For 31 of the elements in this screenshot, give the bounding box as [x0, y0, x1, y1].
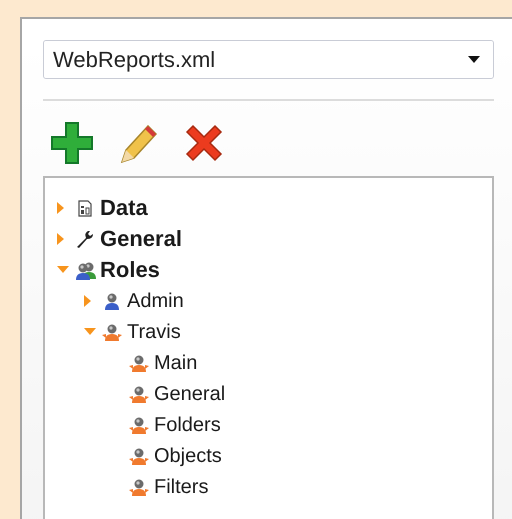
close-icon — [183, 122, 225, 164]
tree-item[interactable]: Main — [154, 348, 198, 378]
document-icon — [77, 198, 93, 216]
wrench-icon — [75, 228, 95, 248]
users-icon — [74, 260, 96, 280]
person-icon — [128, 414, 150, 434]
person-icon — [128, 446, 150, 466]
person-icon — [101, 322, 123, 342]
tree-item[interactable]: Travis — [127, 316, 181, 346]
tree-item[interactable]: Objects — [154, 440, 222, 470]
file-dropdown[interactable]: WebReports.xml — [43, 40, 494, 79]
tree-item[interactable]: Admin — [127, 286, 184, 316]
person-icon — [103, 290, 121, 310]
expand-arrow-icon[interactable] — [57, 232, 65, 244]
expand-arrow-icon[interactable] — [84, 294, 92, 306]
collapse-arrow-icon[interactable] — [84, 328, 96, 336]
person-icon — [128, 384, 150, 404]
tree-item[interactable]: Filters — [154, 472, 208, 502]
tree-item[interactable]: Roles — [100, 253, 160, 286]
collapse-arrow-icon[interactable] — [57, 266, 69, 274]
add-button[interactable] — [49, 120, 95, 166]
pencil-icon — [118, 122, 158, 164]
tree-item[interactable]: Folders — [154, 410, 221, 440]
tree-item[interactable]: General — [154, 378, 226, 408]
caret-icon — [468, 56, 480, 63]
expand-arrow-icon[interactable] — [57, 202, 65, 214]
person-icon — [128, 476, 150, 496]
person-icon — [128, 352, 150, 372]
plus-icon — [50, 121, 94, 165]
tree-item[interactable]: General — [100, 222, 182, 255]
tree-item[interactable]: Data — [100, 191, 148, 224]
